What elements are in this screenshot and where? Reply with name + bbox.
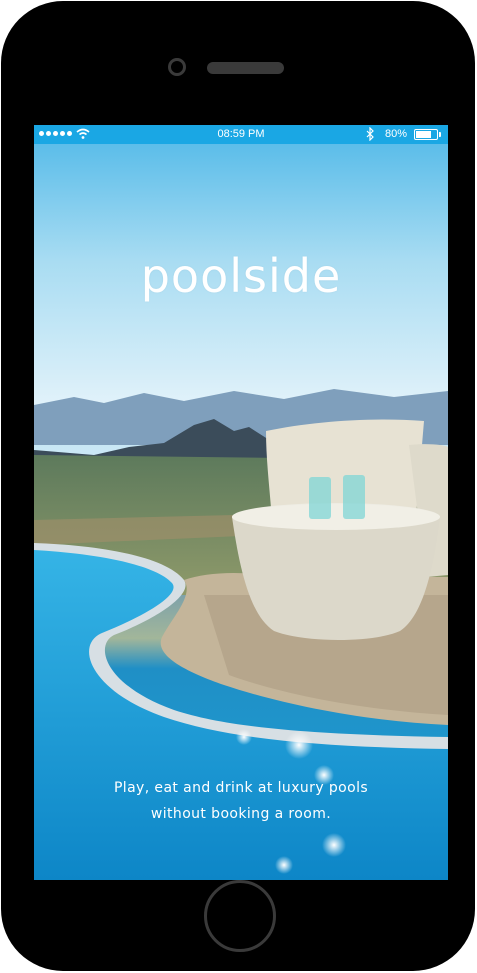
battery-percent: 80% [385, 128, 408, 140]
battery-icon [414, 129, 438, 140]
tagline-line-1: Play, eat and drink at luxury pools [113, 780, 369, 796]
earpiece-speaker [207, 62, 284, 74]
status-bar: 08:59 PM 80% [34, 125, 448, 144]
app-logo: poolside [140, 249, 342, 303]
bluetooth-icon [366, 127, 374, 141]
tagline-line-2: without booking a room. [150, 806, 332, 822]
tagline: Play, eat and drink at luxury pools with… [74, 775, 408, 827]
home-button[interactable] [204, 880, 276, 952]
pool-background-image [34, 125, 448, 880]
front-camera [168, 58, 186, 76]
app-screen: 08:59 PM 80% poolside Play, eat and drin… [34, 125, 448, 880]
battery-tip [439, 132, 441, 137]
phone-frame: 08:59 PM 80% poolside Play, eat and drin… [1, 1, 475, 971]
